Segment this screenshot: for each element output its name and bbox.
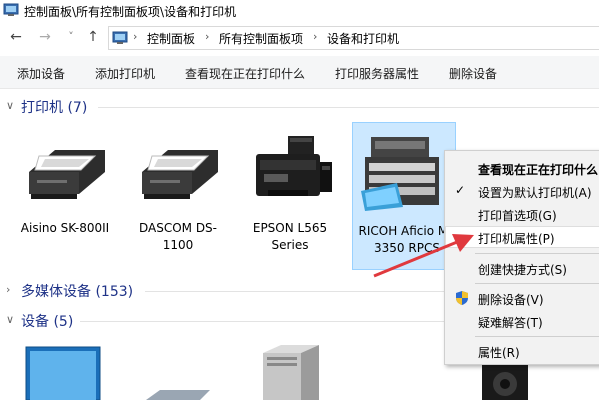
- menu-separator: [475, 283, 599, 284]
- menu-item-remove-device[interactable]: 删除设备(V): [445, 287, 599, 309]
- see-whats-printing-button[interactable]: 查看现在正在打印什么: [185, 65, 305, 82]
- menu-item-print-preferences[interactable]: 打印首选项(G): [445, 203, 599, 225]
- chevron-right-icon[interactable]: ›: [6, 283, 10, 296]
- title-bar: 控制面板\所有控制面板项\设备和打印机: [0, 0, 599, 22]
- printer-icon: [29, 150, 105, 199]
- printer-icon: [142, 150, 218, 199]
- printer-label: EPSON L565 Series: [252, 221, 328, 252]
- navigation-bar: ← → ˅ ↑ › 控制面板 › 所有控制面板项 › 设备和打印机: [0, 24, 599, 52]
- computer-tower-icon[interactable]: [255, 345, 325, 400]
- section-printers[interactable]: ∨ 打印机 (7): [0, 96, 599, 118]
- printer-epson[interactable]: EPSON L565 Series: [240, 120, 340, 270]
- add-printer-button[interactable]: 添加打印机: [95, 65, 155, 82]
- menu-item-label: 查看现在正在打印什么: [478, 163, 599, 177]
- print-server-properties-button[interactable]: 打印服务器属性: [335, 65, 419, 82]
- command-bar: 添加设备 添加打印机 查看现在正在打印什么 打印服务器属性 删除设备: [0, 56, 599, 89]
- menu-item-label: 疑难解答(T): [478, 316, 543, 330]
- check-icon: ✓: [455, 183, 466, 197]
- section-divider: [80, 321, 445, 322]
- menu-item-label: 属性(R): [478, 346, 520, 360]
- menu-item-troubleshoot[interactable]: 疑难解答(T): [445, 310, 599, 332]
- menu-item-label: 创建快捷方式(S): [478, 263, 567, 277]
- section-title: 多媒体设备 (153): [21, 284, 134, 300]
- uac-shield-icon: [456, 291, 468, 305]
- breadcrumb-all-items[interactable]: 所有控制面板项: [219, 30, 303, 47]
- breadcrumb-separator[interactable]: ›: [313, 30, 317, 43]
- recent-locations-button[interactable]: ˅: [63, 29, 79, 45]
- forward-button[interactable]: →: [37, 29, 53, 45]
- remove-device-button[interactable]: 删除设备: [449, 65, 497, 82]
- printer-dascom[interactable]: DASCOM DS-1100: [128, 120, 228, 270]
- menu-item-label: 打印机属性(P): [478, 232, 555, 246]
- section-title: 设备 (5): [21, 314, 74, 330]
- address-bar[interactable]: › 控制面板 › 所有控制面板项 › 设备和打印机: [108, 26, 599, 50]
- menu-item-label: 设置为默认打印机(A): [478, 186, 592, 200]
- window-title: 控制面板\所有控制面板项\设备和打印机: [24, 5, 237, 19]
- menu-separator: [475, 336, 599, 337]
- section-divider: [145, 291, 445, 292]
- keyboard-icon[interactable]: [140, 388, 210, 400]
- add-device-button[interactable]: 添加设备: [17, 65, 65, 82]
- chevron-down-icon[interactable]: ∨: [6, 99, 14, 112]
- printer-icon: [256, 136, 332, 196]
- menu-item-set-default[interactable]: ✓ 设置为默认打印机(A): [445, 180, 599, 202]
- breadcrumb-separator[interactable]: ›: [133, 30, 137, 43]
- annotation-arrow-icon: [373, 234, 474, 278]
- printer-icon: [361, 137, 439, 211]
- monitor-icon[interactable]: [24, 345, 102, 400]
- control-panel-icon: [3, 3, 19, 16]
- printer-aisino[interactable]: Aisino SK-800II: [15, 120, 115, 270]
- back-button[interactable]: ←: [8, 29, 24, 45]
- chevron-down-icon[interactable]: ∨: [6, 313, 14, 326]
- printer-label: DASCOM DS-1100: [138, 221, 218, 252]
- breadcrumb-control-panel[interactable]: 控制面板: [147, 30, 195, 47]
- menu-separator: [475, 253, 599, 254]
- breadcrumb-separator[interactable]: ›: [205, 30, 209, 43]
- menu-item-see-printing[interactable]: 查看现在正在打印什么: [445, 157, 599, 179]
- menu-item-label: 打印首选项(G): [478, 209, 557, 223]
- control-panel-icon: [112, 31, 128, 44]
- speaker-icon[interactable]: [476, 362, 531, 400]
- section-title: 打印机 (7): [21, 100, 88, 116]
- breadcrumb-devices-printers[interactable]: 设备和打印机: [327, 30, 399, 47]
- printer-label: Aisino SK-800II: [20, 221, 110, 235]
- menu-item-properties[interactable]: 属性(R): [445, 340, 599, 362]
- menu-item-label: 删除设备(V): [478, 293, 544, 307]
- up-button[interactable]: ↑: [85, 29, 101, 45]
- section-divider: [98, 107, 599, 108]
